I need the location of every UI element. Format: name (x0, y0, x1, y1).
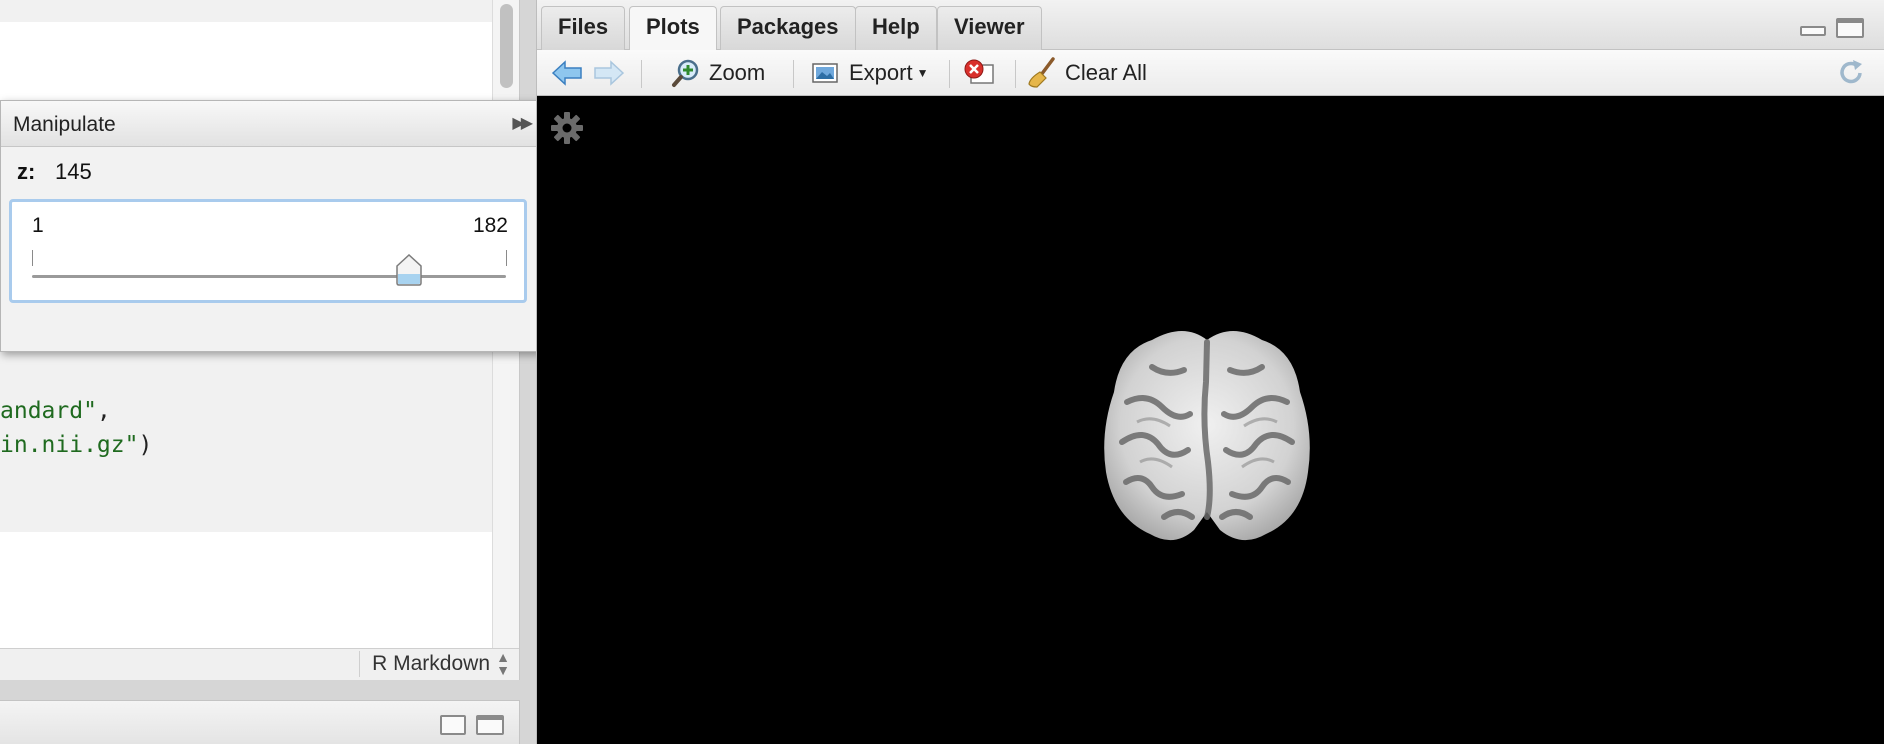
remove-plot-button[interactable] (963, 56, 997, 90)
select-arrows-icon: ▲ ▼ (496, 649, 510, 678)
clear-all-button[interactable]: Clear All (1027, 56, 1147, 90)
gear-icon[interactable] (549, 110, 585, 151)
slider-tick-max (506, 250, 507, 266)
editor-status-bar: R Markdown ▲ ▼ (0, 648, 519, 680)
code-chunk: andard", in.nii.gz") (0, 350, 492, 532)
variable-value: 145 (55, 159, 92, 184)
collapse-arrows-icon[interactable]: ▶▶ (512, 113, 533, 133)
plots-pane: Files Plots Packages Help Viewer Zoom Ex… (536, 0, 1884, 744)
document-mode-select[interactable]: R Markdown ▲ ▼ (359, 649, 516, 678)
z-slider[interactable]: 1 182 (9, 199, 527, 303)
export-label: Export (849, 60, 913, 85)
code-punct: ) (138, 432, 153, 458)
plots-toolbar: Zoom Export ▼ Clear All (537, 50, 1884, 96)
broom-icon (1027, 57, 1057, 89)
dropdown-arrow-icon: ▼ (916, 66, 929, 80)
toolbar-separator (1015, 60, 1016, 88)
lower-left-pane-header (0, 700, 520, 744)
slider-thumb[interactable] (395, 253, 423, 286)
forward-button[interactable] (593, 56, 625, 90)
code-string: in.nii.gz" (0, 432, 139, 458)
code-string: andard" (0, 398, 97, 424)
toolbar-separator (641, 60, 642, 88)
tab-files[interactable]: Files (541, 6, 626, 50)
brain-slice-image (1092, 322, 1322, 567)
variable-label: z: (17, 159, 36, 184)
refresh-button[interactable] (1836, 56, 1866, 90)
toolbar-separator (949, 60, 950, 88)
toolbar-separator (793, 60, 794, 88)
code-chunk-top (0, 0, 492, 22)
tab-viewer[interactable]: Viewer (937, 6, 1042, 50)
code-punct: , (96, 398, 111, 424)
code-line: in.nii.gz") (0, 432, 152, 458)
remove-plot-icon (963, 58, 997, 88)
zoom-label: Zoom (709, 60, 766, 85)
forward-arrow-icon (593, 59, 625, 87)
minimize-icon[interactable] (1800, 26, 1826, 36)
tab-help[interactable]: Help (855, 6, 937, 50)
slider-min-label: 1 (32, 214, 44, 237)
export-button[interactable]: Export ▼ (809, 56, 928, 90)
zoom-magnifier-icon (671, 58, 701, 88)
back-button[interactable] (551, 56, 583, 90)
clear-all-label: Clear All (1065, 60, 1147, 85)
manipulate-header: Manipulate ▶▶ (1, 101, 539, 147)
manipulate-title: Manipulate (13, 113, 116, 136)
editor-scroll-thumb[interactable] (500, 4, 513, 88)
restore-pane-icon[interactable] (440, 715, 466, 735)
export-image-icon (809, 59, 841, 87)
document-mode-label: R Markdown (372, 652, 490, 675)
maximize-icon[interactable] (1836, 18, 1864, 38)
zoom-button[interactable]: Zoom (671, 56, 765, 90)
maximize-pane-icon[interactable] (476, 715, 504, 735)
back-arrow-icon (551, 59, 583, 87)
pane-tabbar: Files Plots Packages Help Viewer (537, 0, 1884, 51)
tab-packages[interactable]: Packages (720, 6, 856, 50)
slider-track[interactable] (32, 275, 506, 278)
manipulate-panel: Manipulate ▶▶ z: 145 1 182 (0, 100, 540, 352)
slider-max-label: 182 (472, 214, 508, 237)
refresh-icon (1836, 58, 1866, 88)
tab-plots[interactable]: Plots (629, 6, 717, 51)
slider-tick-min (32, 250, 33, 266)
code-line: andard", (0, 398, 111, 424)
